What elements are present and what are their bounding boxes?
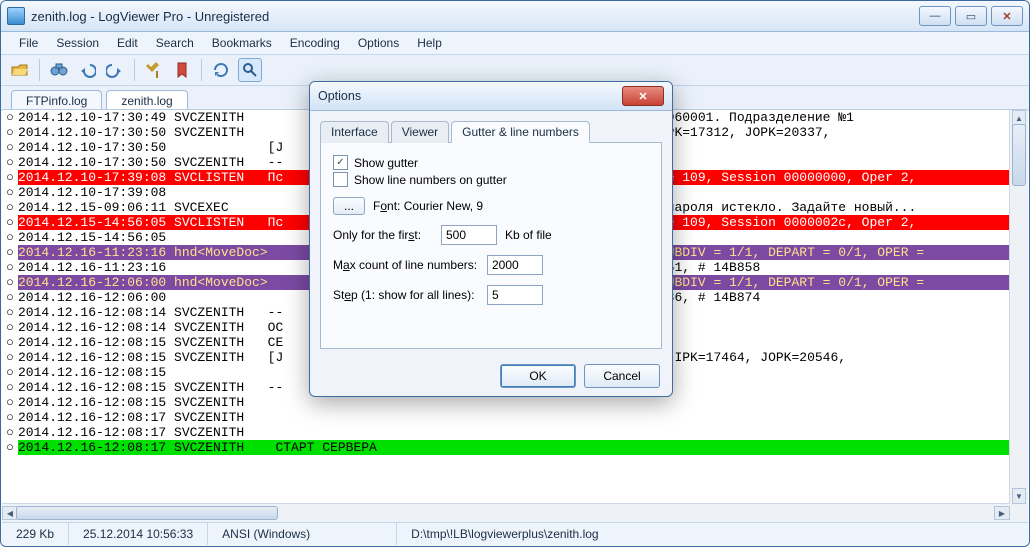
status-path: D:\tmp\!LB\logviewerplus\zenith.log — [397, 523, 1028, 545]
options-tab[interactable]: Viewer — [391, 121, 449, 143]
options-tab[interactable]: Gutter & line numbers — [451, 121, 590, 143]
minimize-button[interactable]: — — [919, 6, 951, 26]
menu-session[interactable]: Session — [48, 34, 107, 52]
bullet-icon: ○ — [2, 320, 18, 335]
bookmark-icon[interactable] — [171, 59, 193, 81]
menu-edit[interactable]: Edit — [109, 34, 146, 52]
status-size: 229 Kb — [2, 523, 69, 545]
bullet-icon: ○ — [2, 380, 18, 395]
dialog-title: Options — [318, 89, 622, 103]
cancel-button[interactable]: Cancel — [584, 364, 660, 388]
close-button[interactable]: ✕ — [991, 6, 1023, 26]
app-icon — [7, 7, 25, 25]
filter-icon[interactable] — [238, 58, 262, 82]
max-count-input[interactable] — [487, 255, 543, 275]
scroll-right-icon[interactable]: ▶ — [994, 506, 1010, 520]
show-line-numbers-checkbox[interactable]: Show line numbers on gutter — [333, 172, 649, 187]
log-line[interactable]: ○2014.12.16-12:08:15 SVCZENITH — [2, 395, 1010, 410]
show-line-numbers-label: Show line numbers on gutter — [354, 173, 507, 187]
status-datetime: 25.12.2014 10:56:33 — [69, 523, 208, 545]
bullet-icon: ○ — [2, 140, 18, 155]
toolbar-separator — [134, 59, 135, 81]
options-dialog: Options ✕ InterfaceViewerGutter & line n… — [309, 81, 673, 397]
menubar: FileSessionEditSearchBookmarksEncodingOp… — [1, 32, 1029, 55]
bullet-icon: ○ — [2, 185, 18, 200]
options-panel: Show gutter Show line numbers on gutter … — [320, 143, 662, 349]
bullet-icon: ○ — [2, 125, 18, 140]
document-tab[interactable]: zenith.log — [106, 90, 187, 111]
titlebar: zenith.log - LogViewer Pro - Unregistere… — [1, 1, 1029, 32]
only-first-unit: Kb of file — [505, 228, 552, 242]
open-icon[interactable] — [9, 59, 31, 81]
refresh-icon[interactable] — [210, 59, 232, 81]
binoculars-icon[interactable] — [48, 59, 70, 81]
undo-icon[interactable] — [76, 59, 98, 81]
menu-file[interactable]: File — [11, 34, 46, 52]
bullet-icon: ○ — [2, 230, 18, 245]
bullet-icon: ○ — [2, 215, 18, 230]
toolbar-separator — [201, 59, 202, 81]
dialog-buttons: OK Cancel — [500, 364, 660, 388]
scroll-thumb[interactable] — [1012, 124, 1026, 186]
bullet-icon: ○ — [2, 440, 18, 455]
window-controls: — ▭ ✕ — [919, 6, 1023, 26]
only-first-input[interactable] — [441, 225, 497, 245]
bullet-icon: ○ — [2, 350, 18, 365]
options-tab[interactable]: Interface — [320, 121, 389, 143]
step-label: Step (1: show for all lines): — [333, 288, 479, 302]
menu-options[interactable]: Options — [350, 34, 407, 52]
window-title: zenith.log - LogViewer Pro - Unregistere… — [31, 9, 919, 24]
bullet-icon: ○ — [2, 170, 18, 185]
statusbar: 229 Kb 25.12.2014 10:56:33 ANSI (Windows… — [2, 522, 1028, 545]
bullet-icon: ○ — [2, 155, 18, 170]
status-encoding: ANSI (Windows) — [208, 523, 397, 545]
bullet-icon: ○ — [2, 410, 18, 425]
menu-help[interactable]: Help — [409, 34, 450, 52]
show-gutter-checkbox[interactable]: Show gutter — [333, 155, 649, 170]
menu-encoding[interactable]: Encoding — [282, 34, 348, 52]
document-tab[interactable]: FTPinfo.log — [11, 90, 102, 111]
bullet-icon: ○ — [2, 275, 18, 290]
bullet-icon: ○ — [2, 335, 18, 350]
dialog-close-button[interactable]: ✕ — [622, 86, 664, 106]
bullet-icon: ○ — [2, 110, 18, 125]
horizontal-scrollbar[interactable]: ◀ ▶ — [2, 503, 1010, 522]
ok-button[interactable]: OK — [500, 364, 576, 388]
checkbox-icon[interactable] — [333, 155, 348, 170]
tools-icon[interactable] — [143, 59, 165, 81]
step-input[interactable] — [487, 285, 543, 305]
scroll-down-icon[interactable]: ▼ — [1012, 488, 1026, 504]
bullet-icon: ○ — [2, 365, 18, 380]
menu-search[interactable]: Search — [148, 34, 202, 52]
max-count-label: Max count of line numbers: — [333, 258, 479, 272]
bullet-icon: ○ — [2, 200, 18, 215]
toolbar-separator — [39, 59, 40, 81]
bullet-icon: ○ — [2, 395, 18, 410]
vertical-scrollbar[interactable]: ▲ ▼ — [1009, 110, 1028, 504]
font-button[interactable]: ... — [333, 197, 365, 215]
checkbox-icon[interactable] — [333, 172, 348, 187]
font-label: Font: Courier New, 9 — [373, 199, 483, 213]
log-line[interactable]: ○2014.12.16-12:08:17 SVCZENITH — [2, 425, 1010, 440]
dialog-body: InterfaceViewerGutter & line numbers Sho… — [310, 110, 672, 356]
maximize-button[interactable]: ▭ — [955, 6, 987, 26]
bullet-icon: ○ — [2, 425, 18, 440]
only-first-label: Only for the first: — [333, 228, 433, 242]
log-line[interactable]: ○2014.12.16-12:08:17 SVCZENITH СТАРТ СЕР… — [2, 440, 1010, 455]
dialog-titlebar: Options ✕ — [310, 82, 672, 111]
bullet-icon: ○ — [2, 290, 18, 305]
scroll-thumb[interactable] — [16, 506, 278, 520]
options-tabs: InterfaceViewerGutter & line numbers — [320, 120, 662, 143]
log-line[interactable]: ○2014.12.16-12:08:17 SVCZENITH — [2, 410, 1010, 425]
scroll-corner — [1010, 504, 1028, 522]
bullet-icon: ○ — [2, 245, 18, 260]
bullet-icon: ○ — [2, 260, 18, 275]
show-gutter-label: Show gutter — [354, 156, 418, 170]
redo-icon[interactable] — [104, 59, 126, 81]
main-window: zenith.log - LogViewer Pro - Unregistere… — [0, 0, 1030, 547]
bullet-icon: ○ — [2, 305, 18, 320]
menu-bookmarks[interactable]: Bookmarks — [204, 34, 280, 52]
